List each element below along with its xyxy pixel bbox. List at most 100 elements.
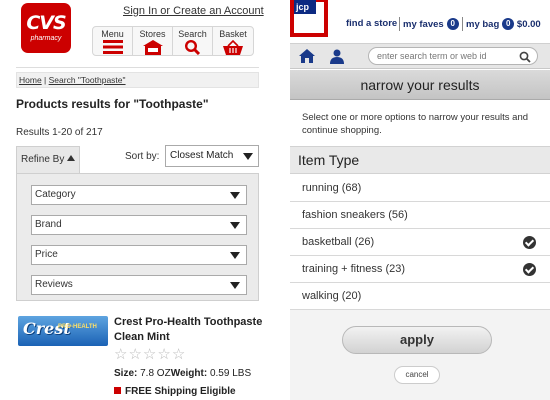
stores-label: Stores xyxy=(139,29,166,39)
star-icon: ☆ xyxy=(114,346,129,363)
cvs-panel: CVS pharmacy Sign In or Create an Accoun… xyxy=(0,0,270,400)
header-divider xyxy=(16,67,259,68)
chevron-down-icon xyxy=(230,192,240,199)
product-size: Size: 7.8 OZWeight: 0.59 LBS xyxy=(114,368,251,379)
product-image-subtext: PRO-HEALTH xyxy=(58,324,97,330)
faves-count-badge: 0 xyxy=(446,18,459,30)
page-title: Products results for "Toothpaste" xyxy=(16,97,209,111)
chevron-down-icon xyxy=(230,252,240,259)
item-type-header: Item Type xyxy=(290,146,550,174)
search-icon xyxy=(184,40,200,55)
sort-select[interactable]: Closest Match xyxy=(165,145,259,167)
narrow-instructions: Select one or more options to narrow you… xyxy=(302,112,529,136)
filter-category[interactable]: Category xyxy=(31,185,247,205)
basket-icon xyxy=(223,40,243,55)
hamburger-icon xyxy=(102,40,123,54)
sort-value: Closest Match xyxy=(170,150,234,161)
results-count: Results 1-20 of 217 xyxy=(16,127,103,138)
option-label: training + fitness (23) xyxy=(302,263,406,275)
shipping-icon xyxy=(114,387,121,394)
search-button[interactable]: Search xyxy=(173,27,213,55)
option-basketball[interactable]: basketball (26) xyxy=(290,229,550,256)
product-name[interactable]: Crest Pro-Health Toothpaste Clean Mint xyxy=(114,315,264,345)
chevron-down-icon xyxy=(243,153,253,160)
shipping-text: FREE Shipping Eligible xyxy=(125,386,236,397)
stores-button[interactable]: Stores xyxy=(133,27,173,55)
breadcrumb-current[interactable]: Search "Toothpaste" xyxy=(49,75,126,85)
basket-label: Basket xyxy=(219,29,247,39)
cvs-logo[interactable]: CVS pharmacy xyxy=(21,3,71,53)
checkmark-icon xyxy=(523,236,536,249)
search-icon[interactable] xyxy=(519,51,531,63)
my-faves-link[interactable]: my faves 0 xyxy=(403,18,459,30)
cvs-logo-text: CVS xyxy=(26,12,66,34)
signin-link[interactable]: Sign In or Create an Account xyxy=(123,5,264,17)
narrow-results-header: narrow your results xyxy=(290,70,550,100)
search-label: Search xyxy=(178,29,207,39)
filter-price[interactable]: Price xyxy=(31,245,247,265)
filter-label: Brand xyxy=(35,219,62,230)
account-icon[interactable] xyxy=(328,48,346,64)
star-icon: ☆ xyxy=(128,346,143,363)
weight-value: 0.59 LBS xyxy=(209,368,252,379)
filter-reviews[interactable]: Reviews xyxy=(31,275,247,295)
weight-label: Weight: xyxy=(170,368,208,379)
bag-count-badge: 0 xyxy=(502,18,515,30)
jcp-logo-text: jcp xyxy=(294,0,316,14)
find-store-link[interactable]: find a store xyxy=(346,18,397,29)
filter-brand[interactable]: Brand xyxy=(31,215,247,235)
option-label: basketball (26) xyxy=(302,236,375,248)
option-running[interactable]: running (68) xyxy=(290,175,550,202)
option-label: fashion sneakers (56) xyxy=(302,209,408,221)
apply-button[interactable]: apply xyxy=(342,326,492,354)
refine-by-label: Refine By xyxy=(21,154,65,165)
breadcrumb: Home | Search "Toothpaste" xyxy=(16,72,259,88)
home-icon[interactable] xyxy=(298,48,316,64)
apply-area: apply cancel xyxy=(290,310,550,400)
jcp-logo[interactable]: jcp xyxy=(290,0,328,37)
size-value: 7.8 OZ xyxy=(140,368,171,379)
breadcrumb-home[interactable]: Home xyxy=(19,75,42,85)
star-icon: ☆ xyxy=(142,346,158,363)
star-icon: ☆ xyxy=(157,346,172,363)
chevron-down-icon xyxy=(230,222,240,229)
bag-total: $0.00 xyxy=(516,19,541,30)
filter-label: Reviews xyxy=(35,279,73,290)
option-training-fitness[interactable]: training + fitness (23) xyxy=(290,256,550,283)
option-label: running (68) xyxy=(302,182,362,194)
search-placeholder: enter search term or web id xyxy=(377,51,487,61)
jcp-header: jcp find a store my faves 0 my bag 0 $0.00 xyxy=(290,0,550,43)
star-icon: ☆ xyxy=(171,346,187,363)
rating-stars: ☆☆☆☆☆ xyxy=(114,345,186,363)
filter-panel: Category Brand Price Reviews xyxy=(16,173,259,301)
option-walking[interactable]: walking (20) xyxy=(290,283,550,310)
link-separator xyxy=(462,17,463,31)
cvs-logo-subtext: pharmacy xyxy=(30,35,62,42)
refine-by-toggle[interactable]: Refine By xyxy=(16,146,80,173)
option-fashion-sneakers[interactable]: fashion sneakers (56) xyxy=(290,202,550,229)
filter-label: Category xyxy=(35,189,76,200)
breadcrumb-separator: | xyxy=(41,75,49,85)
my-bag-link[interactable]: my bag 0 $0.00 xyxy=(466,18,541,30)
menu-label: Menu xyxy=(101,29,124,39)
chevron-down-icon xyxy=(230,282,240,289)
filter-label: Price xyxy=(35,249,58,260)
basket-button[interactable]: Basket xyxy=(213,27,253,55)
my-faves-label: my faves xyxy=(403,19,444,30)
link-separator xyxy=(399,17,400,31)
size-label: Size: xyxy=(114,368,138,379)
my-bag-label: my bag xyxy=(466,19,500,30)
cvs-nav-bar: Menu Stores Search Basket xyxy=(92,26,254,56)
option-label: walking (20) xyxy=(302,290,362,302)
chevron-up-icon xyxy=(67,155,76,161)
checkmark-icon xyxy=(523,263,536,276)
jcp-search-bar: enter search term or web id xyxy=(290,43,550,69)
sort-label: Sort by: xyxy=(125,151,160,162)
product-image[interactable]: Crest PRO-HEALTH xyxy=(18,316,108,346)
cancel-button[interactable]: cancel xyxy=(394,366,440,384)
menu-button[interactable]: Menu xyxy=(93,27,133,55)
search-input[interactable]: enter search term or web id xyxy=(368,47,538,65)
shipping-badge: FREE Shipping Eligible xyxy=(114,386,236,397)
jcp-panel: jcp find a store my faves 0 my bag 0 $0.00… xyxy=(290,0,550,400)
store-icon xyxy=(142,40,163,55)
